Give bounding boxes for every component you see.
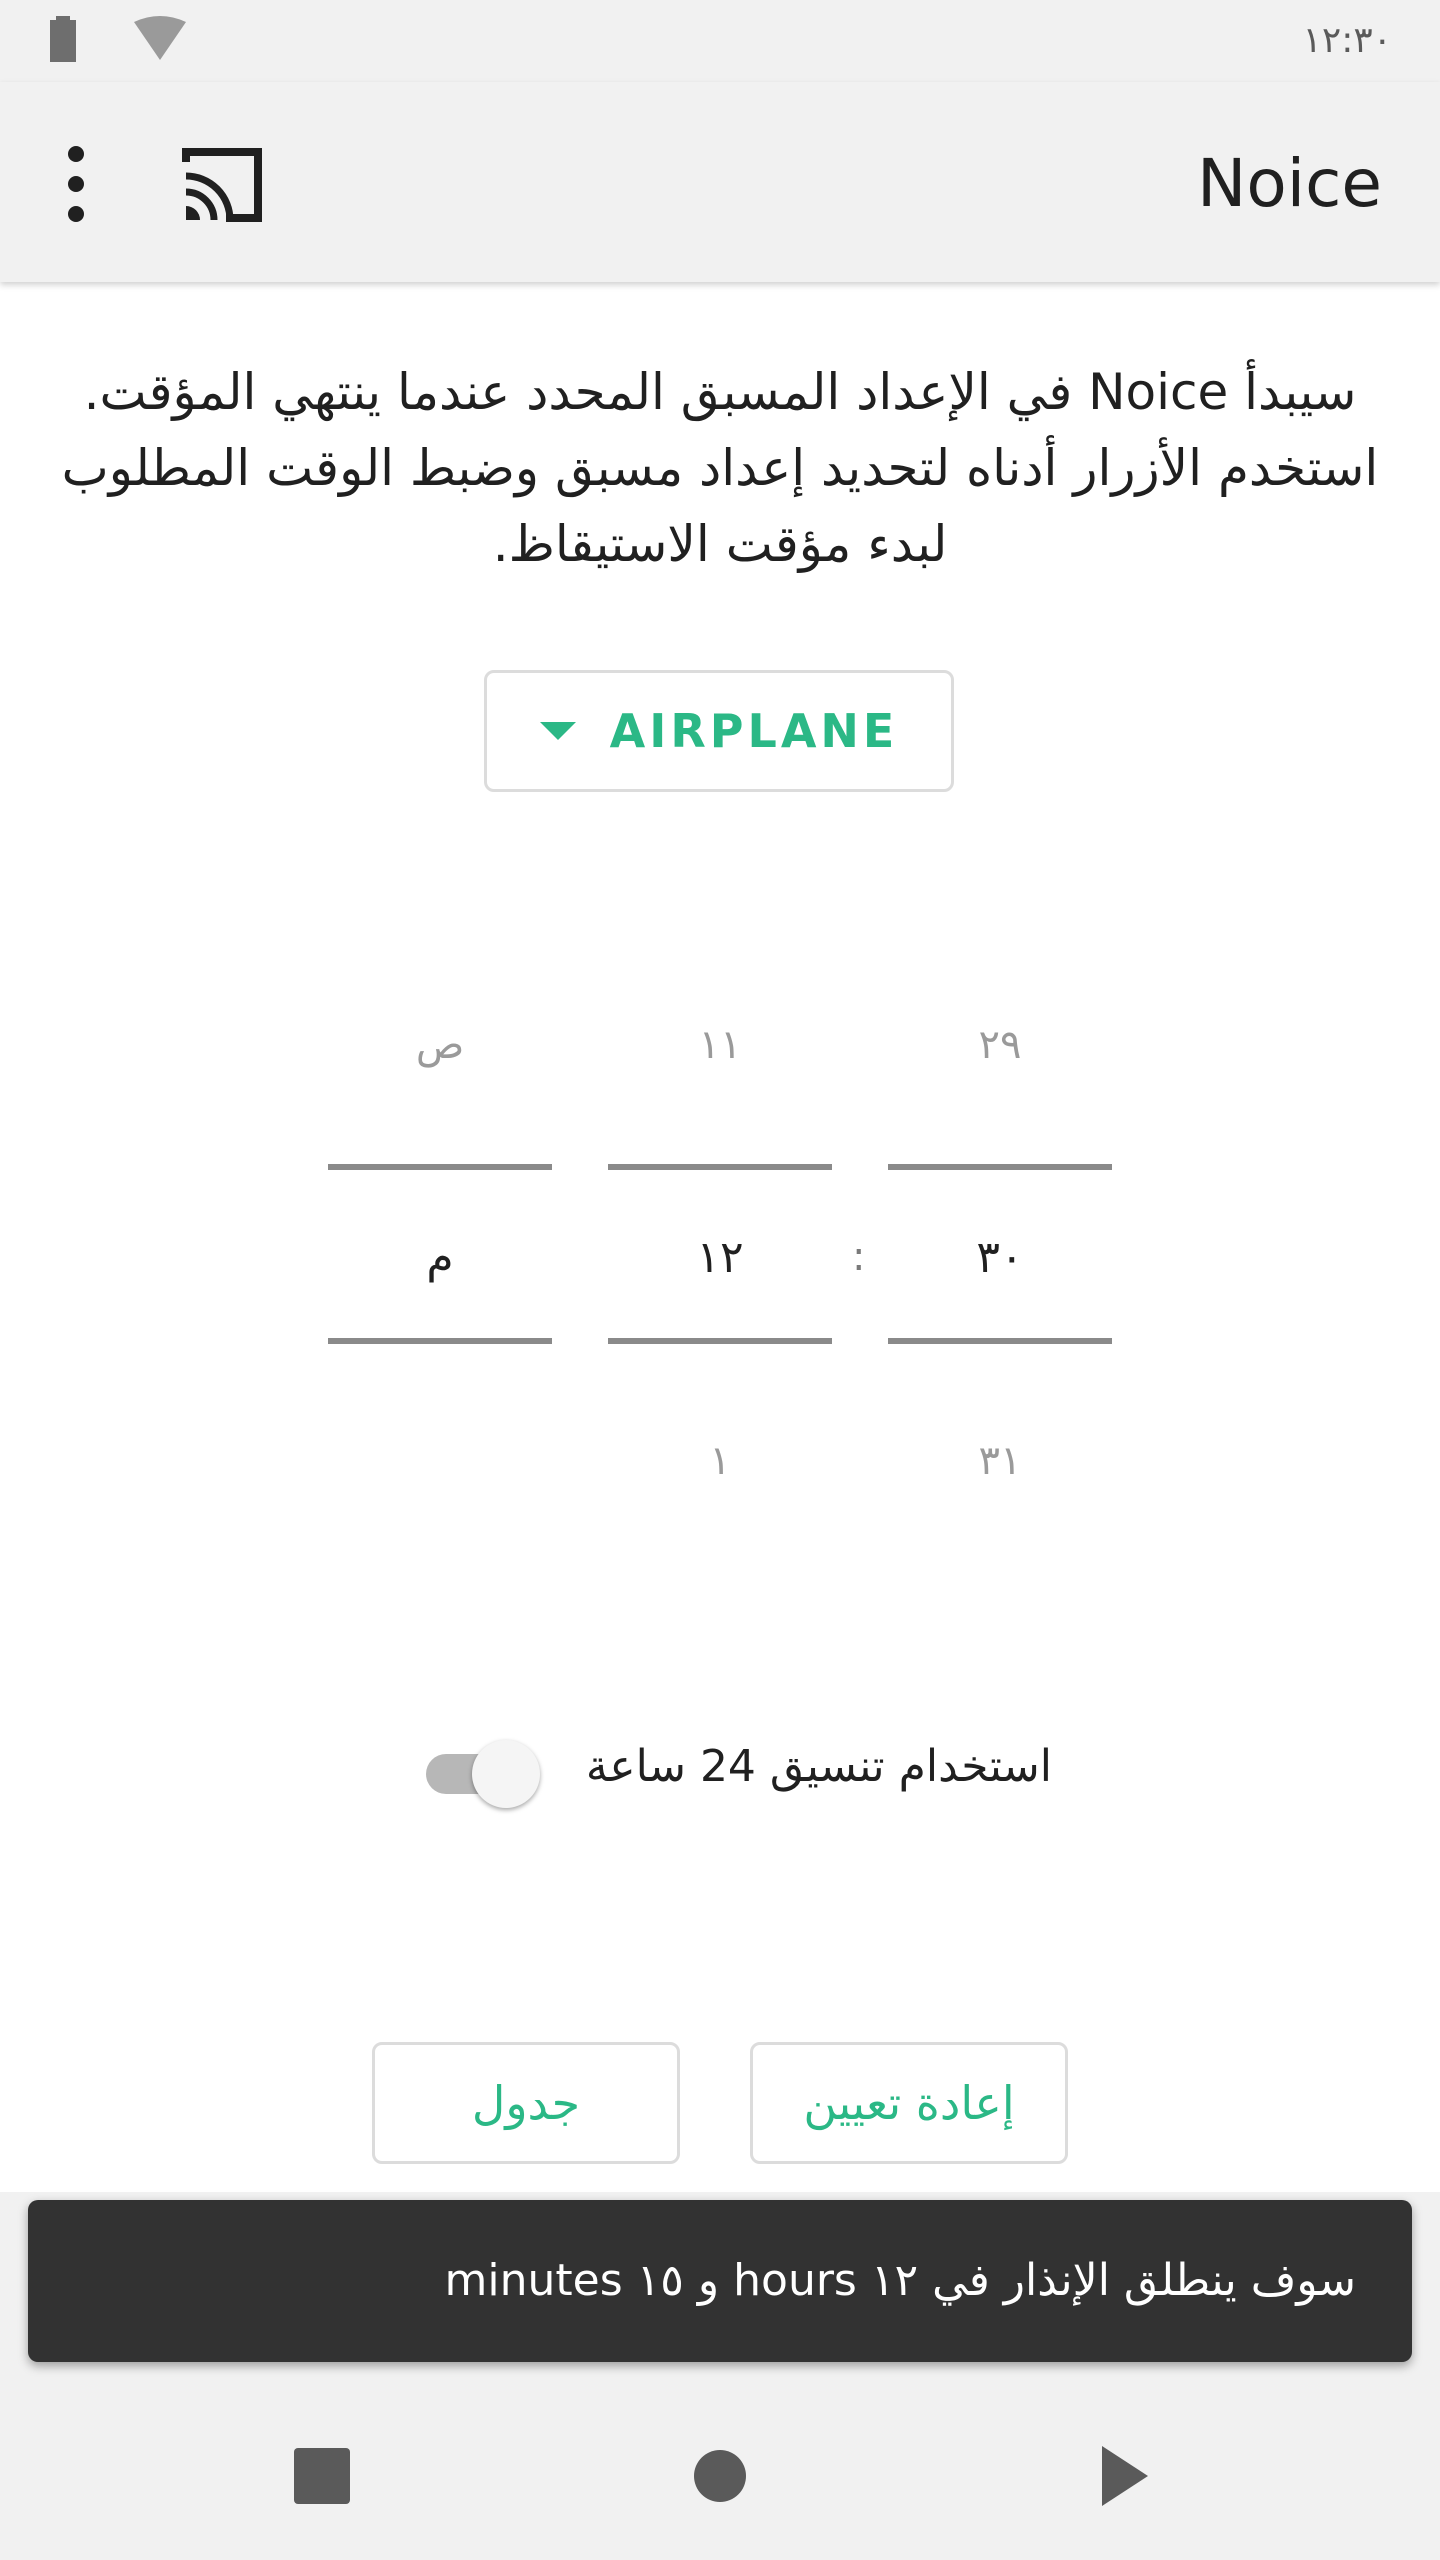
ampm-divider-bottom [328,1338,552,1344]
hours-current[interactable]: ١٢ [608,1232,832,1283]
overflow-menu-button[interactable] [36,134,116,234]
snackbar: سوف ينطلق الإنذار في ١٢ hours و ١٥ minut… [28,2200,1412,2362]
hours-prev[interactable]: ١١ [608,1022,832,1068]
navigation-bar [0,2392,1440,2560]
minutes-divider-bottom [888,1338,1112,1344]
format-toggle-row[interactable]: استخدام تنسيق 24 ساعة [420,1722,1060,1812]
ampm-current[interactable]: م [328,1232,552,1283]
status-icons [0,16,208,66]
minutes-next[interactable]: ٣١ [888,1438,1112,1484]
app-title: Noice [1197,145,1382,222]
snackbar-message: سوف ينطلق الإنذار في ١٢ hours و ١٥ minut… [444,2255,1356,2306]
main-content: سيبدأ Noice في الإعداد المسبق المحدد عند… [0,282,1440,2192]
ampm-divider-top [328,1164,552,1170]
dropdown-arrow-icon [539,722,576,740]
app-bar: Noice [0,82,1440,282]
cast-button[interactable] [180,144,264,228]
timer-description: سيبدأ Noice في الإعداد المسبق المحدد عند… [61,363,1379,573]
overflow-menu-icon [68,146,84,222]
minutes-divider-top [888,1164,1112,1170]
switch-thumb [472,1740,540,1808]
back-button[interactable] [1080,2436,1160,2516]
status-icons-graphic [0,16,186,62]
minutes-current[interactable]: ٣٠ [888,1232,1112,1283]
minutes-prev[interactable]: ٢٩ [888,1022,1112,1068]
hours-next[interactable]: ١ [608,1438,832,1484]
home-button[interactable] [680,2436,760,2516]
recents-button[interactable] [282,2436,362,2516]
cast-icon [182,148,262,222]
screen: ١٢:٣٠ Noice سيبدأ Noice في الإعداد المسب… [0,0,1440,2560]
time-separator: : [852,1234,866,1280]
back-icon [1102,2446,1148,2506]
schedule-button[interactable]: جدول [372,2042,680,2164]
battery-icon [50,16,76,62]
home-icon [694,2450,746,2502]
status-bar: ١٢:٣٠ [0,0,1440,82]
format-24h-switch[interactable] [420,1732,544,1812]
hours-divider-bottom [608,1338,832,1344]
status-time: ١٢:٣٠ [1302,20,1392,61]
wifi-icon [134,16,186,60]
preset-select-button[interactable]: AIRPLANE [484,670,954,792]
format-toggle-label: استخدام تنسيق 24 ساعة [585,1741,1052,1792]
reset-button[interactable]: إعادة تعيين [750,2042,1068,2164]
ampm-prev[interactable]: ص [328,1022,552,1068]
hours-divider-top [608,1164,832,1170]
recents-icon [294,2448,350,2504]
preset-label: AIRPLANE [609,704,899,758]
